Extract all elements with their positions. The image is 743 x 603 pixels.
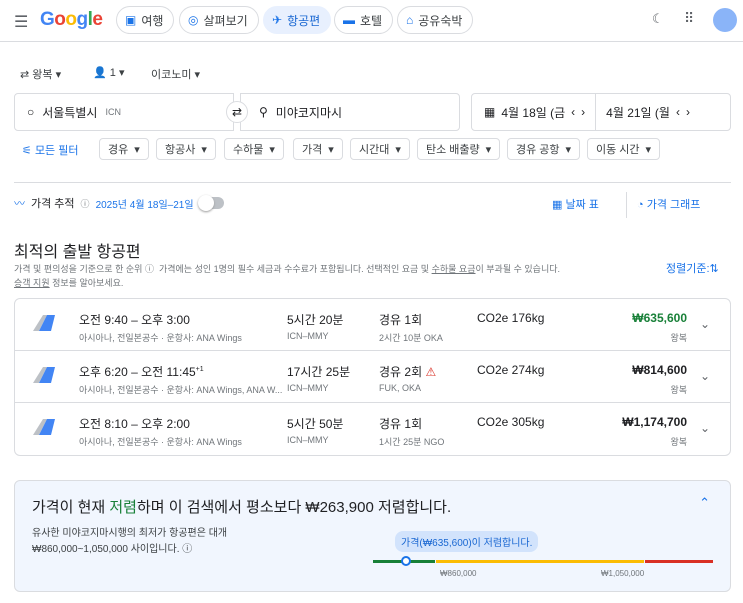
next-return-icon[interactable]: › (686, 105, 690, 119)
passengers-select[interactable]: 👤 1 ▾ (93, 66, 124, 79)
results-note: 가격 및 편의성을 기준으로 한 순위 ⓘ 가격에는 성인 1명의 필수 세금과… (14, 264, 561, 288)
tab-travel[interactable]: ▣ 여행 (116, 6, 175, 34)
price-insight-panel: 가격이 현재 저렴하며 이 검색에서 평소보다 ₩263,900 저렴합니다. … (14, 480, 731, 592)
divider (626, 192, 627, 218)
hotel-icon: ▬ (343, 13, 355, 27)
airline-logo-icon (33, 367, 55, 383)
flight-row[interactable]: 오후 6:20 – 오전 11:45+1 아시아나, 전일본공수 · 운항사: … (15, 351, 730, 403)
airline-logo-icon (33, 315, 55, 331)
filter-chip[interactable]: 수하물 ▾ (224, 138, 284, 160)
depart-date[interactable]: 4월 18일 (금 (501, 104, 565, 121)
luggage-icon: ▣ (125, 13, 137, 27)
all-filters-button[interactable]: ⚟ 모든 필터 (22, 142, 78, 158)
destination-input[interactable]: ⚲ 미야코지마시 (240, 93, 460, 131)
sort-button[interactable]: 정렬기준:⇅ (666, 260, 719, 276)
tab-explore[interactable]: ◎ 살펴보기 (179, 6, 259, 34)
flight-row[interactable]: 오전 9:40 – 오후 3:00 아시아나, 전일본공수 · 운항사: ANA… (15, 299, 730, 351)
range-high-label: ₩1,050,000 (601, 569, 645, 578)
range-low-label: ₩860,000 (440, 569, 477, 578)
return-date[interactable]: 4월 21일 (월 (606, 104, 670, 121)
insight-headline: 가격이 현재 저렴하며 이 검색에서 평소보다 ₩263,900 저렴합니다. (32, 499, 452, 516)
divider (14, 182, 731, 183)
price-tooltip: 가격(₩635,600)이 저렴합니다. (395, 531, 539, 552)
tab-flights[interactable]: ✈ 항공편 (263, 6, 332, 34)
flight-icon: ✈ (272, 13, 283, 27)
tracking-toggle[interactable] (197, 195, 224, 211)
person-icon: 👤 (93, 67, 107, 79)
google-logo[interactable]: Google (40, 9, 103, 31)
filter-chip[interactable]: 시간대 ▾ (350, 138, 410, 160)
cabin-select[interactable]: 이코노미 ▾ (151, 66, 200, 82)
explore-icon: ◎ (188, 13, 199, 27)
next-depart-icon[interactable]: › (581, 105, 585, 119)
info-icon[interactable]: ⓘ (81, 197, 90, 210)
tab-vacation-rentals[interactable]: ⌂ 공유숙박 (397, 6, 474, 34)
insight-description: 유사한 미야코지마시행의 최저가 항공편은 대개 ₩860,000~1,050,0… (32, 528, 228, 555)
range-typical-bar (436, 560, 644, 563)
airline-logo-icon (33, 419, 55, 435)
expand-chevron-icon[interactable]: ⌄ (700, 317, 710, 331)
filter-icon: ⚟ (22, 145, 32, 157)
flight-row[interactable]: 오전 8:10 – 오후 2:00 아시아나, 전일본공수 · 운항사: ANA… (15, 403, 730, 455)
filter-chip[interactable]: 가격 ▾ (293, 138, 343, 160)
origin-circle-icon: ○ (27, 105, 35, 119)
filter-chip[interactable]: 경유 공항 ▾ (507, 138, 581, 160)
flight-list: 오전 9:40 – 오후 3:00 아시아나, 전일본공수 · 운항사: ANA… (14, 298, 731, 456)
avatar[interactable] (713, 8, 737, 32)
filter-chip[interactable]: 경유 ▾ (99, 138, 149, 160)
calendar-grid-icon: ▦ (552, 199, 563, 211)
origin-input[interactable]: ○ 서울특별시 ICN (14, 93, 234, 131)
swap-button[interactable]: ⇄ (226, 101, 248, 123)
tab-hotels[interactable]: ▬ 호텔 (334, 6, 394, 34)
price-tracking: 〰 가격 추적 ⓘ 2025년 4월 18일–21일 (14, 195, 224, 211)
apps-icon[interactable]: ⠿ (684, 10, 694, 27)
prev-return-icon[interactable]: ‹ (676, 105, 680, 119)
prev-depart-icon[interactable]: ‹ (571, 105, 575, 119)
filter-chip[interactable]: 이동 시간 ▾ (587, 138, 661, 160)
results-title: 최적의 출발 항공편 (14, 244, 141, 261)
home-icon: ⌂ (406, 13, 414, 27)
graph-icon: ◔ (637, 199, 644, 211)
sort-icon: ⇅ (709, 263, 719, 275)
trend-icon: 〰 (14, 198, 25, 210)
trip-type-select[interactable]: ⇄ 왕복 ▾ (20, 66, 61, 82)
filter-chip[interactable]: 항공사 ▾ (156, 138, 216, 160)
date-input[interactable]: ▦ 4월 18일 (금 ‹ › 4월 21일 (월 ‹ › (471, 93, 731, 131)
price-graph-button[interactable]: ◔ 가격 그래프 (637, 196, 700, 212)
divider (595, 93, 597, 131)
dark-mode-icon[interactable]: ☾ (652, 11, 664, 27)
collapse-icon[interactable]: ⌃ (699, 495, 710, 511)
top-bar: ☰ Google ▣ 여행 ◎ 살펴보기 ✈ 항공편 ▬ 호텔 ⌂ 공유숙박 ☾ ⠿ (0, 0, 743, 42)
expand-chevron-icon[interactable]: ⌄ (700, 369, 710, 383)
info-icon[interactable]: ⓘ (182, 544, 192, 555)
menu-icon[interactable]: ☰ (14, 12, 28, 32)
date-grid-button[interactable]: ▦ 날짜 표 (552, 196, 599, 212)
calendar-icon: ▦ (484, 105, 496, 119)
location-pin-icon: ⚲ (259, 105, 268, 119)
warning-icon: ⚠ (425, 365, 437, 379)
range-high-bar (645, 560, 713, 563)
current-price-marker (401, 556, 411, 566)
expand-chevron-icon[interactable]: ⌄ (700, 421, 710, 435)
filter-chip[interactable]: 탄소 배출량 ▾ (417, 138, 501, 160)
